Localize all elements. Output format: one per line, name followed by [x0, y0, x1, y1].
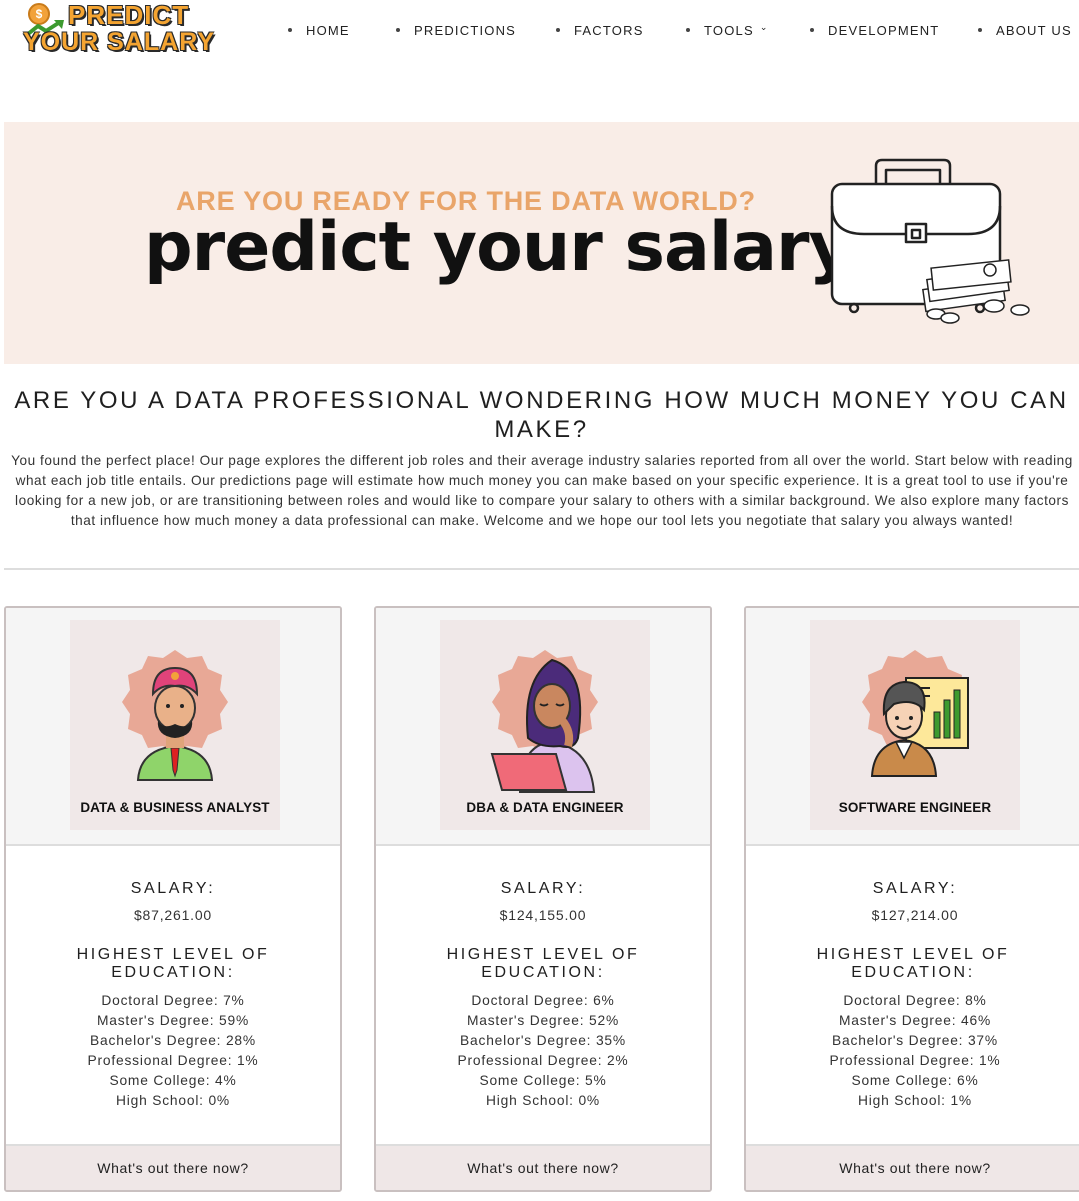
nav-about[interactable]: ABOUT US [978, 20, 1072, 40]
bullet-icon [288, 28, 292, 32]
banner-title: predict your salary [144, 208, 853, 287]
dropdown-caret-icon: ⌄ [759, 21, 769, 32]
nav-home-label: HOME [306, 22, 350, 38]
salary-value: $87,261.00 [133, 907, 213, 923]
nav-predictions-label: PREDICTIONS [414, 22, 517, 38]
role-name: DBA & DATA ENGINEER [466, 800, 624, 815]
nav-factors[interactable]: FACTORS [556, 20, 644, 40]
education-item: High School: 0% [115, 1093, 230, 1108]
briefcase-money-icon [830, 158, 1030, 324]
intro-paragraph: You found the perfect place! Our page ex… [11, 453, 1073, 528]
nav-home[interactable]: HOME [288, 20, 350, 40]
nav-development-label: DEVELOPMENT [828, 22, 940, 38]
education-item: Doctoral Degree: 7% [101, 993, 245, 1008]
education-list: Doctoral Degree: 7% Master's Degree: 59%… [6, 991, 340, 1111]
education-list: Doctoral Degree: 8% Master's Degree: 46%… [746, 991, 1079, 1111]
hero-banner: ARE YOU READY FOR THE DATA WORLD? predic… [4, 122, 1079, 364]
section-divider [4, 568, 1079, 570]
education-item: Professional Degree: 1% [829, 1053, 1001, 1068]
education-item: Professional Degree: 2% [457, 1053, 629, 1068]
education-item: Bachelor's Degree: 35% [460, 1033, 626, 1048]
card-image-area: DBA & DATA ENGINEER [376, 608, 710, 846]
education-item: Professional Degree: 1% [87, 1053, 259, 1068]
education-list: Doctoral Degree: 6% Master's Degree: 52%… [376, 991, 710, 1111]
education-item: Bachelor's Degree: 37% [832, 1033, 998, 1048]
site-header: $ PREDICT YOUR SALARY HOME PREDICTIONS F… [0, 0, 1079, 62]
analyst-avatar-icon [122, 650, 228, 781]
nav-tools[interactable]: TOOLS ⌄ [686, 20, 769, 40]
nav-factors-label: FACTORS [574, 22, 644, 38]
bullet-icon [396, 28, 400, 32]
dba-avatar-icon [490, 650, 598, 793]
bullet-icon [978, 28, 982, 32]
bullet-icon [556, 28, 560, 32]
education-item: Some College: 6% [851, 1073, 979, 1088]
education-label: HIGHEST LEVEL OF EDUCATION: [816, 946, 1010, 981]
education-label: HIGHEST LEVEL OF EDUCATION: [76, 946, 270, 981]
education-item: Some College: 5% [479, 1073, 607, 1088]
nav-predictions[interactable]: PREDICTIONS [396, 20, 516, 40]
role-image: SOFTWARE ENGINEER [810, 620, 1020, 830]
nav-tools-label: TOOLS [704, 22, 754, 38]
salary-label: SALARY: [872, 880, 958, 897]
bullet-icon [810, 28, 814, 32]
education-item: Master's Degree: 59% [96, 1013, 250, 1028]
education-item: Doctoral Degree: 8% [843, 993, 987, 1008]
education-item: Some College: 4% [109, 1073, 237, 1088]
card-image-area: SOFTWARE ENGINEER [746, 608, 1079, 846]
education-item: High School: 0% [485, 1093, 600, 1108]
whats-out-there-button[interactable]: What's out there now? [6, 1144, 340, 1190]
nav-about-label: ABOUT US [996, 22, 1072, 38]
education-item: Master's Degree: 52% [466, 1013, 620, 1028]
role-name: DATA & BUSINESS ANALYST [80, 800, 270, 815]
salary-value: $127,214.00 [871, 907, 959, 923]
role-card-engineer: DBA & DATA ENGINEER SALARY: $124,155.00 … [374, 606, 712, 1192]
nav-development[interactable]: DEVELOPMENT [810, 20, 939, 40]
education-item: Master's Degree: 46% [838, 1013, 992, 1028]
education-item: Bachelor's Degree: 28% [90, 1033, 256, 1048]
education-item: High School: 1% [857, 1093, 972, 1108]
whats-out-there-button[interactable]: What's out there now? [376, 1144, 710, 1190]
main-nav: HOME PREDICTIONS FACTORS TOOLS ⌄ DEVELOP… [0, 20, 1079, 40]
salary-value: $124,155.00 [499, 907, 587, 923]
bullet-icon [686, 28, 690, 32]
salary-label: SALARY: [500, 880, 586, 897]
software-engineer-avatar-icon [862, 650, 969, 777]
education-label: HIGHEST LEVEL OF EDUCATION: [446, 946, 640, 981]
whats-out-there-button[interactable]: What's out there now? [746, 1144, 1079, 1190]
intro-heading: ARE YOU A DATA PROFESSIONAL WONDERING HO… [14, 387, 1069, 443]
role-card-software: SOFTWARE ENGINEER SALARY: $127,214.00 HI… [744, 606, 1079, 1192]
role-image: DBA & DATA ENGINEER [440, 620, 650, 830]
role-name: SOFTWARE ENGINEER [838, 800, 992, 815]
role-card-analyst: DATA & BUSINESS ANALYST SALARY: $87,261.… [4, 606, 342, 1192]
role-image: DATA & BUSINESS ANALYST [70, 620, 280, 830]
education-item: Doctoral Degree: 6% [471, 993, 615, 1008]
salary-label: SALARY: [130, 880, 216, 897]
card-image-area: DATA & BUSINESS ANALYST [6, 608, 340, 846]
